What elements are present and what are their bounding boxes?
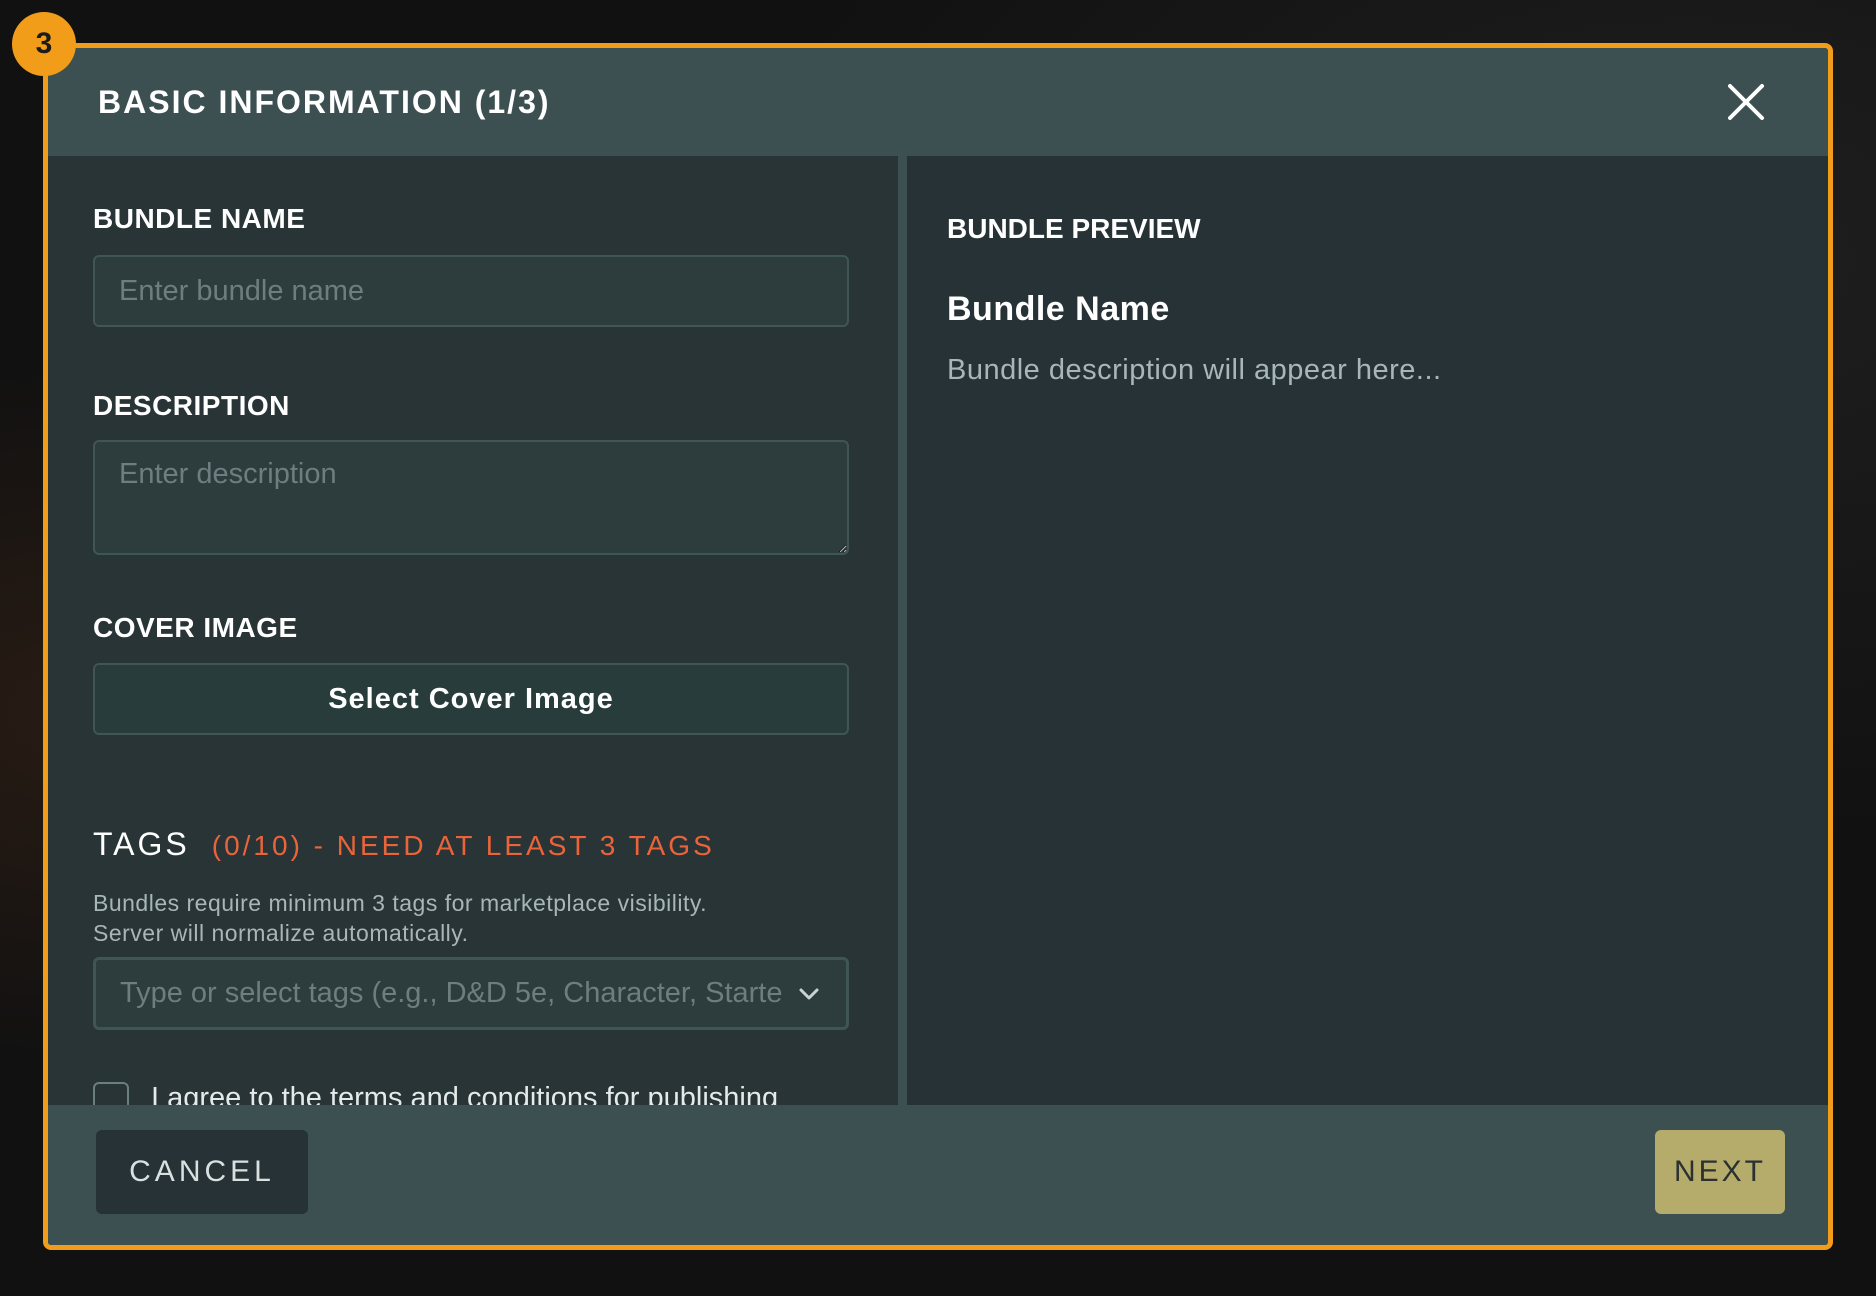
cover-image-label: COVER IMAGE — [93, 612, 298, 643]
tags-combobox[interactable]: Type or select tags (e.g., D&D 5e, Chara… — [93, 957, 849, 1030]
tags-count-warning: (0/10) - NEED AT LEAST 3 TAGS — [211, 830, 715, 861]
preview-heading: BUNDLE PREVIEW — [947, 213, 1201, 244]
step-badge: 3 — [12, 12, 76, 76]
modal-footer: CANCEL NEXT — [48, 1105, 1828, 1245]
panel-divider — [898, 156, 907, 1105]
close-icon[interactable] — [1724, 80, 1768, 124]
tags-helper-line-2: Server will normalize automatically. — [93, 920, 469, 946]
preview-bundle-description: Bundle description will appear here... — [947, 354, 1442, 386]
select-cover-image-button[interactable]: Select Cover Image — [93, 663, 849, 735]
chevron-down-icon[interactable] — [796, 981, 822, 1007]
cancel-button[interactable]: CANCEL — [96, 1130, 308, 1214]
tags-helper-text: Bundles require minimum 3 tags for marke… — [93, 888, 853, 948]
form-panel: BUNDLE NAME DESCRIPTION COVER IMAGE Sele… — [48, 156, 898, 1154]
preview-bundle-name: Bundle Name — [947, 290, 1170, 328]
tags-header: TAGS (0/10) - NEED AT LEAST 3 TAGS — [93, 826, 715, 863]
description-textarea[interactable] — [93, 440, 849, 555]
description-label: DESCRIPTION — [93, 390, 290, 421]
modal-header: BASIC INFORMATION (1/3) — [48, 48, 1828, 156]
tags-placeholder: Type or select tags (e.g., D&D 5e, Chara… — [120, 977, 784, 1009]
tags-label: TAGS — [93, 826, 190, 862]
preview-panel: BUNDLE PREVIEW Bundle Name Bundle descri… — [907, 156, 1828, 1105]
modal-title: BASIC INFORMATION (1/3) — [98, 83, 551, 120]
tags-helper-line-1: Bundles require minimum 3 tags for marke… — [93, 890, 708, 916]
next-button[interactable]: NEXT — [1655, 1130, 1785, 1214]
bundle-name-label: BUNDLE NAME — [93, 203, 306, 234]
basic-information-modal: BASIC INFORMATION (1/3) BUNDLE NAME DESC… — [43, 43, 1833, 1250]
bundle-name-input[interactable] — [93, 255, 849, 327]
